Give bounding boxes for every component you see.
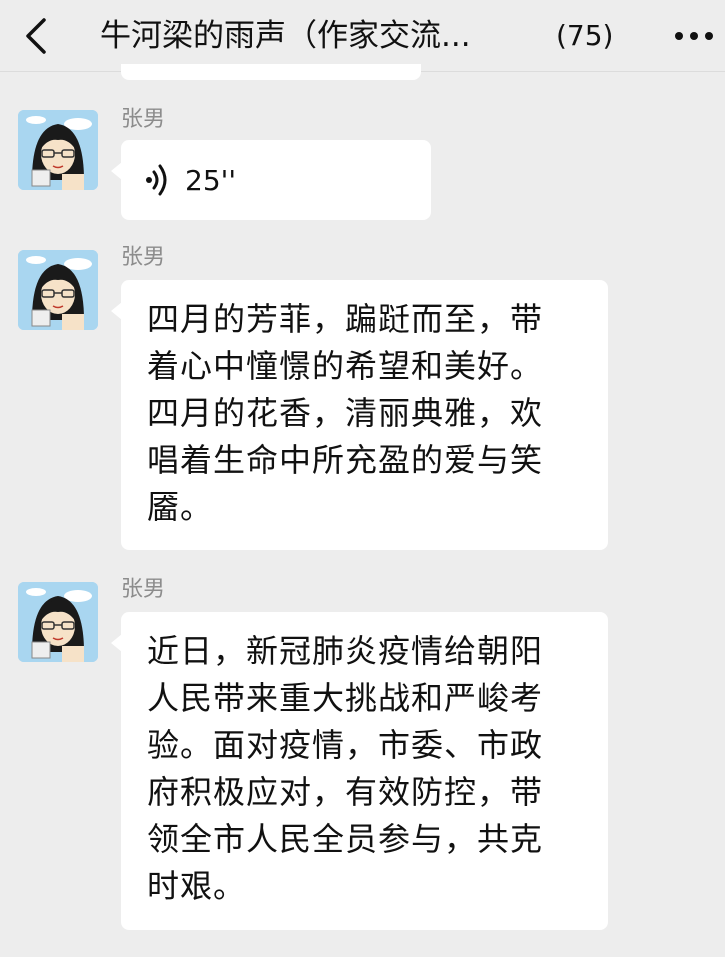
sender-name: 张男 bbox=[121, 107, 166, 132]
cartoon-woman-avatar bbox=[18, 250, 98, 330]
sender-name: 张男 bbox=[121, 245, 166, 270]
member-count: (75) bbox=[556, 19, 614, 52]
voice-message-bubble[interactable]: 25'' bbox=[111, 140, 431, 220]
chevron-left-icon bbox=[26, 18, 46, 54]
chat-title: 牛河梁的雨声（作家交流... bbox=[100, 18, 471, 54]
cartoon-woman-avatar bbox=[18, 582, 98, 662]
voice-duration: 25'' bbox=[185, 163, 237, 197]
back-button[interactable] bbox=[18, 14, 58, 58]
message-text: 近日，新冠肺炎疫情给朝阳 人民带来重大挑战和严峻考 验。面对疫情，市委、市政 府… bbox=[147, 632, 544, 905]
avatar[interactable] bbox=[18, 582, 98, 662]
voice-waves-icon bbox=[143, 162, 173, 198]
more-button[interactable] bbox=[672, 22, 716, 50]
message-text: 四月的芳菲，蹁跹而至，带 着心中憧憬的希望和美好。 四月的花香，清丽典雅，欢 唱… bbox=[147, 300, 544, 526]
avatar[interactable] bbox=[18, 110, 98, 190]
cartoon-woman-avatar bbox=[18, 110, 98, 190]
more-dots-icon bbox=[675, 32, 713, 40]
avatar[interactable] bbox=[18, 250, 98, 330]
text-message-bubble[interactable]: 近日，新冠肺炎疫情给朝阳 人民带来重大挑战和严峻考 验。面对疫情，市委、市政 府… bbox=[111, 612, 608, 930]
sender-name: 张男 bbox=[121, 577, 166, 602]
chat-header: 牛河梁的雨声（作家交流... (75) bbox=[0, 0, 725, 72]
voice-player[interactable]: 25'' bbox=[121, 140, 431, 220]
previous-message-bubble bbox=[121, 64, 421, 80]
text-message-bubble[interactable]: 四月的芳菲，蹁跹而至，带 着心中憧憬的希望和美好。 四月的花香，清丽典雅，欢 唱… bbox=[111, 280, 608, 550]
